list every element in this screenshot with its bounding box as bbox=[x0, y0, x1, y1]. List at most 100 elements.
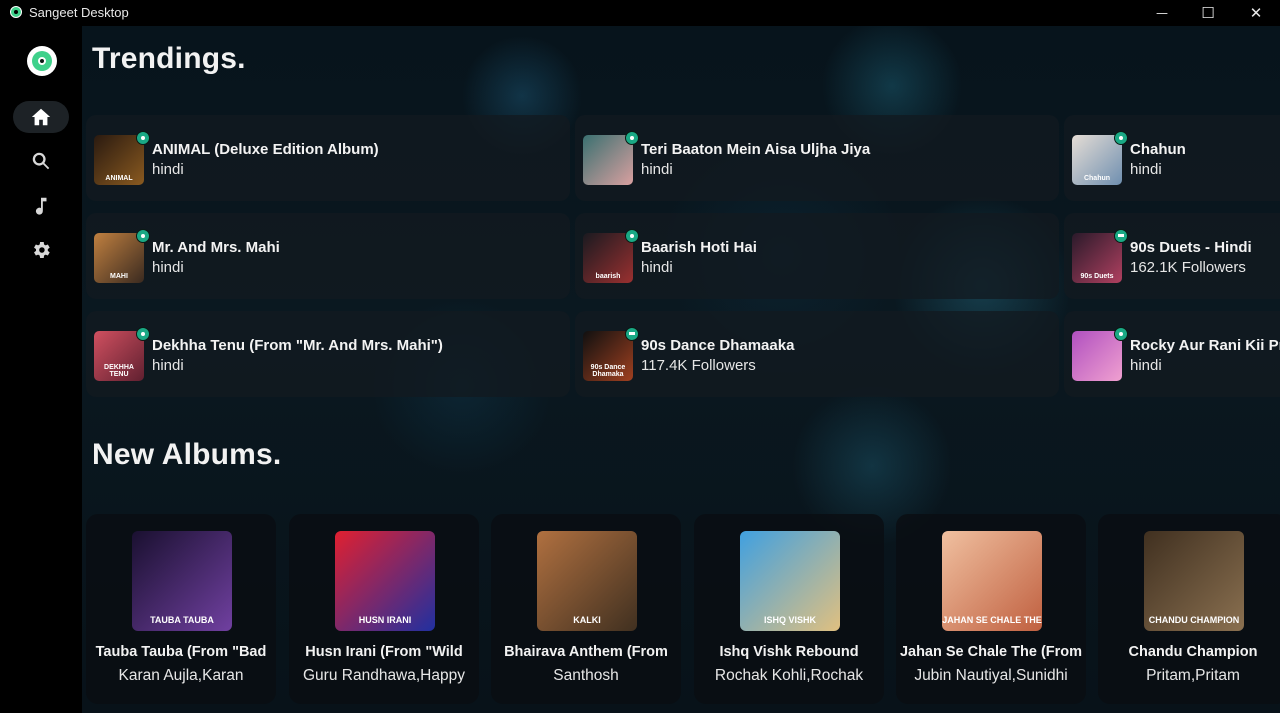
cover-art-text: ISHQ VISHK bbox=[763, 615, 816, 625]
cover-art-text: 90s Dance Dhamaka bbox=[590, 364, 626, 378]
trending-title: Chahun bbox=[1130, 141, 1186, 158]
trending-cover-art: MAHI bbox=[94, 233, 144, 283]
trending-cover-art: 90s Dance Dhamaka bbox=[583, 331, 633, 381]
cover-art-text: ANIMAL bbox=[105, 175, 133, 182]
trending-title: Baarish Hoti Hai bbox=[641, 239, 757, 256]
trending-title: Teri Baaton Mein Aisa Uljha Jiya bbox=[641, 141, 871, 158]
album-title: Ishq Vishk Rebound bbox=[719, 644, 859, 660]
trending-cover-art bbox=[1072, 331, 1122, 381]
cover-art-text: DEKHHA TENU bbox=[104, 364, 134, 378]
cover-art-text: MAHI bbox=[110, 273, 128, 280]
album-artist: Pritam,Pritam bbox=[1146, 667, 1240, 684]
album-badge-icon bbox=[1114, 131, 1128, 145]
album-artist: Rochak Kohli,Rochak bbox=[714, 667, 864, 684]
album-badge-icon bbox=[136, 131, 150, 145]
cover-art-text: baarish bbox=[595, 273, 621, 280]
album-title: Jahan Se Chale The (From bbox=[899, 644, 1083, 660]
cover-art-text: CHANDU CHAMPION bbox=[1148, 615, 1240, 625]
trending-cover-art: ANIMAL bbox=[94, 135, 144, 185]
trending-cover-art bbox=[583, 135, 633, 185]
playlist-badge-icon bbox=[1114, 229, 1128, 243]
trending-card[interactable]: 90s Duets 90s Duets - Hindi 162.1K Followe… bbox=[1064, 213, 1280, 299]
search-icon bbox=[32, 152, 50, 170]
trending-card[interactable]: baarish Baarish Hoti Hai hindi bbox=[575, 213, 1059, 299]
trending-title: 90s Duets - Hindi bbox=[1130, 239, 1252, 256]
title-bar: Sangeet Desktop — ☐ ✕ bbox=[0, 0, 1280, 26]
album-title: Bhairava Anthem (From bbox=[504, 644, 668, 660]
trending-card[interactable]: Teri Baaton Mein Aisa Uljha Jiya hindi bbox=[575, 115, 1059, 201]
home-icon bbox=[31, 108, 51, 126]
sidebar-item-home[interactable] bbox=[13, 101, 69, 133]
main-content: Trendings. ANIMAL ANIMAL (Deluxe Edition … bbox=[82, 26, 1280, 713]
trending-subtitle: 117.4K Followers bbox=[641, 357, 756, 374]
album-badge-icon bbox=[136, 327, 150, 341]
album-artist: Karan Aujla,Karan bbox=[118, 667, 244, 684]
trending-cover-art: baarish bbox=[583, 233, 633, 283]
maximize-icon: ☐ bbox=[1201, 4, 1215, 22]
new-albums-heading: New Albums. bbox=[92, 438, 282, 471]
cover-art-text: 90s Duets bbox=[1080, 273, 1114, 280]
trending-title: ANIMAL (Deluxe Edition Album) bbox=[152, 141, 379, 158]
trending-card[interactable]: Chahun Chahun hindi bbox=[1064, 115, 1280, 201]
trending-subtitle: hindi bbox=[641, 161, 673, 178]
album-card[interactable]: HUSN IRANI Husn Irani (From "Wild Guru Ran… bbox=[289, 514, 479, 704]
trending-cover-art: DEKHHA TENU bbox=[94, 331, 144, 381]
album-card[interactable]: TAUBA TAUBA Tauba Tauba (From "Bad Karan A… bbox=[86, 514, 276, 704]
cover-art-text: HUSN IRANI bbox=[358, 615, 412, 625]
cover-art-text: JAHAN SE CHALE THE bbox=[942, 615, 1042, 625]
cover-art-text: KALKI bbox=[573, 615, 601, 625]
album-card[interactable]: ISHQ VISHK Ishq Vishk Rebound Rochak Kohli… bbox=[694, 514, 884, 704]
album-title: Husn Irani (From "Wild bbox=[305, 644, 463, 660]
close-button[interactable]: ✕ bbox=[1233, 0, 1279, 26]
album-cover-art: TAUBA TAUBA bbox=[132, 531, 232, 631]
album-cover-art: CHANDU CHAMPION bbox=[1144, 531, 1244, 631]
trending-subtitle: hindi bbox=[1130, 357, 1162, 374]
sidebar-item-settings[interactable] bbox=[13, 234, 69, 266]
album-cover-art: KALKI bbox=[537, 531, 637, 631]
trending-subtitle: hindi bbox=[1130, 161, 1162, 178]
album-card[interactable]: CHANDU CHAMPION Chandu Champion Pritam,Pri… bbox=[1098, 514, 1280, 704]
trending-title: Mr. And Mrs. Mahi bbox=[152, 239, 280, 256]
trending-card[interactable]: 90s Dance Dhamaka 90s Dance Dhamaaka 117.4… bbox=[575, 311, 1059, 397]
maximize-button[interactable]: ☐ bbox=[1185, 0, 1231, 26]
album-cover-art: ISHQ VISHK bbox=[740, 531, 840, 631]
album-card[interactable]: KALKI Bhairava Anthem (From Santhosh bbox=[491, 514, 681, 704]
album-title: Tauba Tauba (From "Bad bbox=[95, 644, 267, 660]
minimize-button[interactable]: — bbox=[1139, 0, 1185, 26]
trending-card[interactable]: ANIMAL ANIMAL (Deluxe Edition Album) hindi bbox=[86, 115, 570, 201]
trending-subtitle: 162.1K Followers bbox=[1130, 259, 1246, 276]
gear-icon bbox=[34, 242, 50, 258]
album-artist: Guru Randhawa,Happy bbox=[303, 667, 465, 684]
window-title: Sangeet Desktop bbox=[29, 5, 129, 20]
album-title: Chandu Champion bbox=[1128, 644, 1258, 660]
close-icon: ✕ bbox=[1249, 4, 1263, 22]
sangeet-logo-icon bbox=[27, 46, 57, 76]
cover-art-text: Chahun bbox=[1083, 175, 1111, 182]
trending-cover-art: 90s Duets bbox=[1072, 233, 1122, 283]
trending-title: 90s Dance Dhamaaka bbox=[641, 337, 795, 354]
trending-subtitle: hindi bbox=[152, 161, 184, 178]
sidebar-item-music[interactable] bbox=[13, 190, 69, 222]
trending-card[interactable]: DEKHHA TENU Dekhha Tenu (From "Mr. And Mr… bbox=[86, 311, 570, 397]
sidebar-item-search[interactable] bbox=[13, 145, 69, 177]
trending-subtitle: hindi bbox=[152, 357, 184, 374]
cover-art-text: TAUBA TAUBA bbox=[150, 615, 214, 625]
trending-title: Rocky Aur Rani Kii Prem Kahaani bbox=[1130, 337, 1280, 354]
album-artist: Santhosh bbox=[553, 667, 619, 684]
trending-heading: Trendings. bbox=[92, 42, 246, 75]
trending-cover-art: Chahun bbox=[1072, 135, 1122, 185]
app-logo-icon bbox=[10, 6, 22, 18]
trending-card[interactable]: MAHI Mr. And Mrs. Mahi hindi bbox=[86, 213, 570, 299]
album-badge-icon bbox=[136, 229, 150, 243]
album-card[interactable]: JAHAN SE CHALE THE Jahan Se Chale The (Fr… bbox=[896, 514, 1086, 704]
album-badge-icon bbox=[625, 131, 639, 145]
trending-card[interactable]: Rocky Aur Rani Kii Prem Kahaani hindi bbox=[1064, 311, 1280, 397]
trending-title: Dekhha Tenu (From "Mr. And Mrs. Mahi") bbox=[152, 337, 443, 354]
album-artist: Jubin Nautiyal,Sunidhi bbox=[914, 667, 1068, 684]
trending-subtitle: hindi bbox=[152, 259, 184, 276]
album-cover-art: JAHAN SE CHALE THE bbox=[942, 531, 1042, 631]
music-note-icon bbox=[35, 197, 47, 215]
sidebar bbox=[0, 26, 82, 713]
album-badge-icon bbox=[1114, 327, 1128, 341]
album-cover-art: HUSN IRANI bbox=[335, 531, 435, 631]
